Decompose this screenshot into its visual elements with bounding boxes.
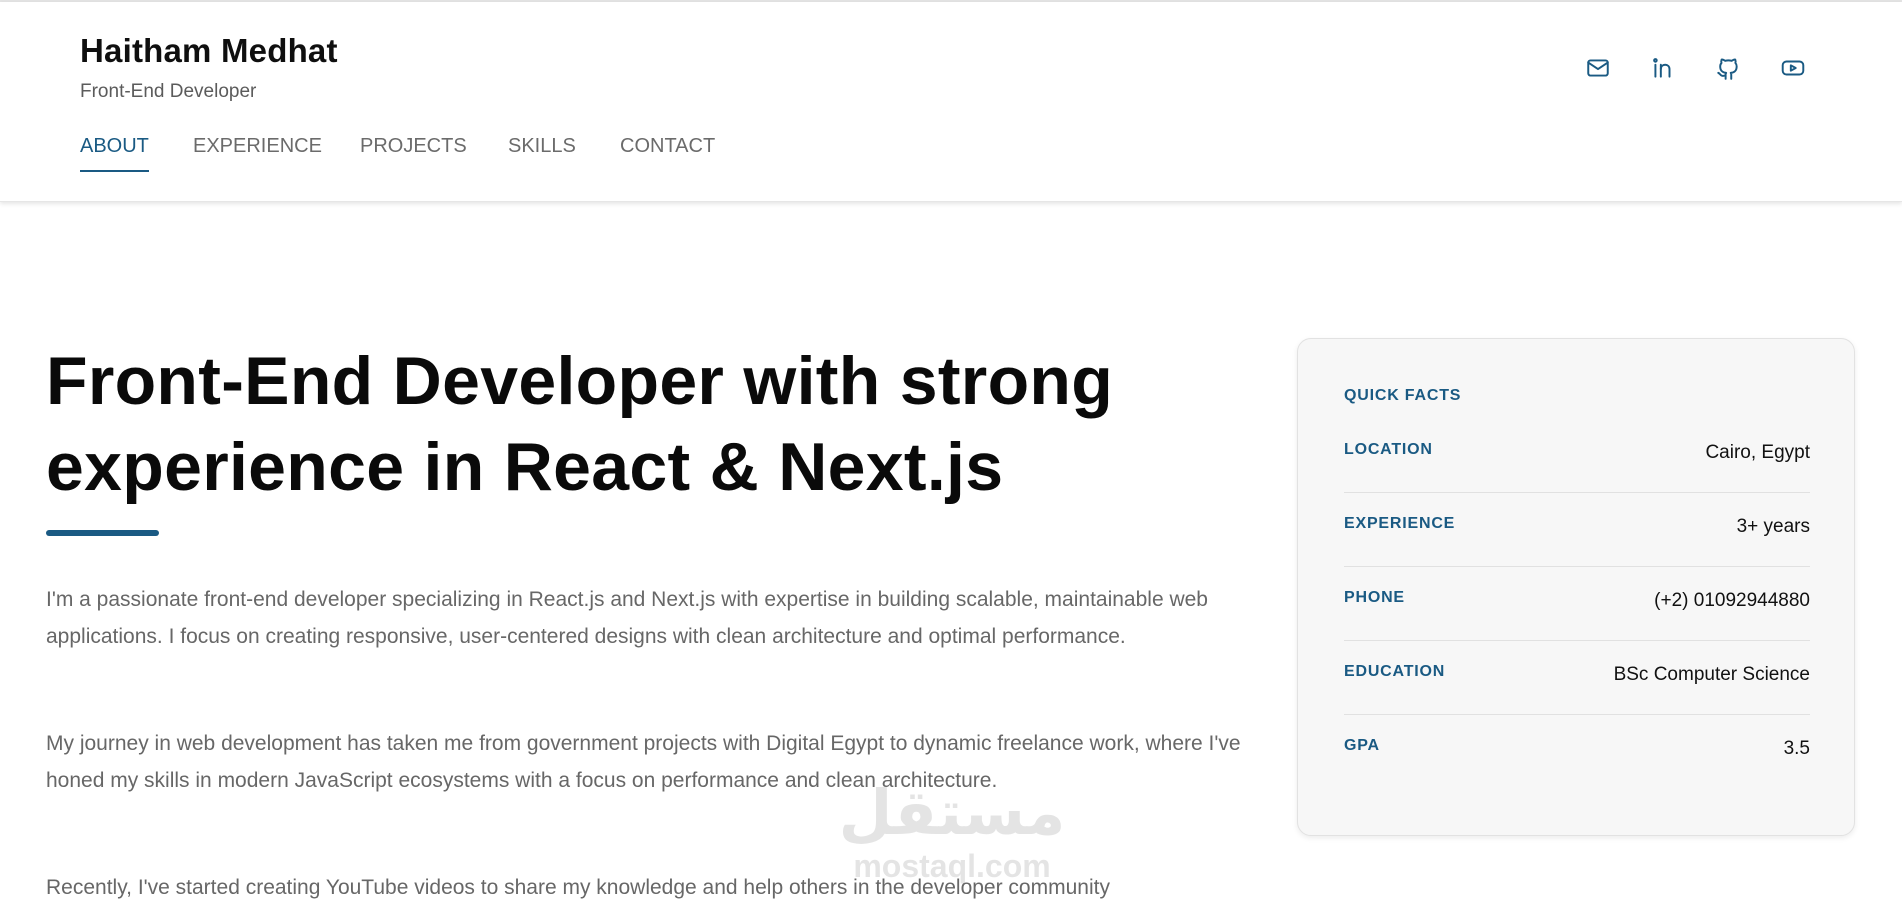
fact-value: 3.5 <box>1783 738 1810 759</box>
github-link[interactable] <box>1712 52 1744 84</box>
nav-item-projects[interactable]: PROJECTS <box>360 135 467 170</box>
site-header: Haitham Medhat Front-End Developer ABOUT… <box>0 2 1902 202</box>
quick-facts-title: QUICK FACTS <box>1344 387 1462 404</box>
mail-icon <box>1587 59 1609 77</box>
linkedin-icon <box>1653 58 1671 78</box>
fact-value: 3+ years <box>1736 516 1810 537</box>
fact-row-education: EDUCATION BSc Computer Science <box>1344 641 1810 715</box>
fact-row-gpa: GPA 3.5 <box>1344 715 1810 789</box>
watermark-arabic: مستقل <box>838 776 1066 849</box>
watermark: مستقل mostaql.com <box>836 776 1068 888</box>
about-paragraph-1: I'm a passionate front-end developer spe… <box>46 588 1208 648</box>
nav-item-contact[interactable]: CONTACT <box>620 135 715 170</box>
fact-value: Cairo, Egypt <box>1705 442 1810 463</box>
nav-item-experience[interactable]: EXPERIENCE <box>193 135 322 170</box>
fact-label: EDUCATION <box>1344 663 1446 680</box>
github-icon <box>1717 58 1738 80</box>
fact-label: LOCATION <box>1344 441 1433 458</box>
fact-label: GPA <box>1344 737 1380 754</box>
fact-value[interactable]: (+2) 01092944880 <box>1654 590 1810 612</box>
fact-row-location: LOCATION Cairo, Egypt <box>1344 419 1810 493</box>
brand-name[interactable]: Haitham Medhat <box>80 32 338 70</box>
watermark-latin: mostaql.com <box>853 848 1051 884</box>
fact-row-experience: EXPERIENCE 3+ years <box>1344 493 1810 567</box>
hero-accent-rule <box>46 530 159 536</box>
linkedin-link[interactable] <box>1647 52 1679 84</box>
nav-item-skills[interactable]: SKILLS <box>508 135 576 170</box>
fact-label: PHONE <box>1344 589 1405 606</box>
mail-link[interactable] <box>1582 52 1614 84</box>
youtube-icon <box>1781 60 1805 76</box>
brand-role: Front-End Developer <box>80 81 257 102</box>
fact-label: EXPERIENCE <box>1344 515 1456 532</box>
fact-row-phone: PHONE (+2) 01092944880 <box>1344 567 1810 641</box>
hero-title: Front-End Developer with strong experien… <box>46 343 1114 505</box>
nav-item-about[interactable]: ABOUT <box>80 135 149 172</box>
fact-value: BSc Computer Science <box>1613 664 1810 685</box>
quick-facts-card: QUICK FACTS LOCATION Cairo, Egypt EXPERI… <box>1297 338 1855 836</box>
youtube-link[interactable] <box>1777 52 1809 84</box>
